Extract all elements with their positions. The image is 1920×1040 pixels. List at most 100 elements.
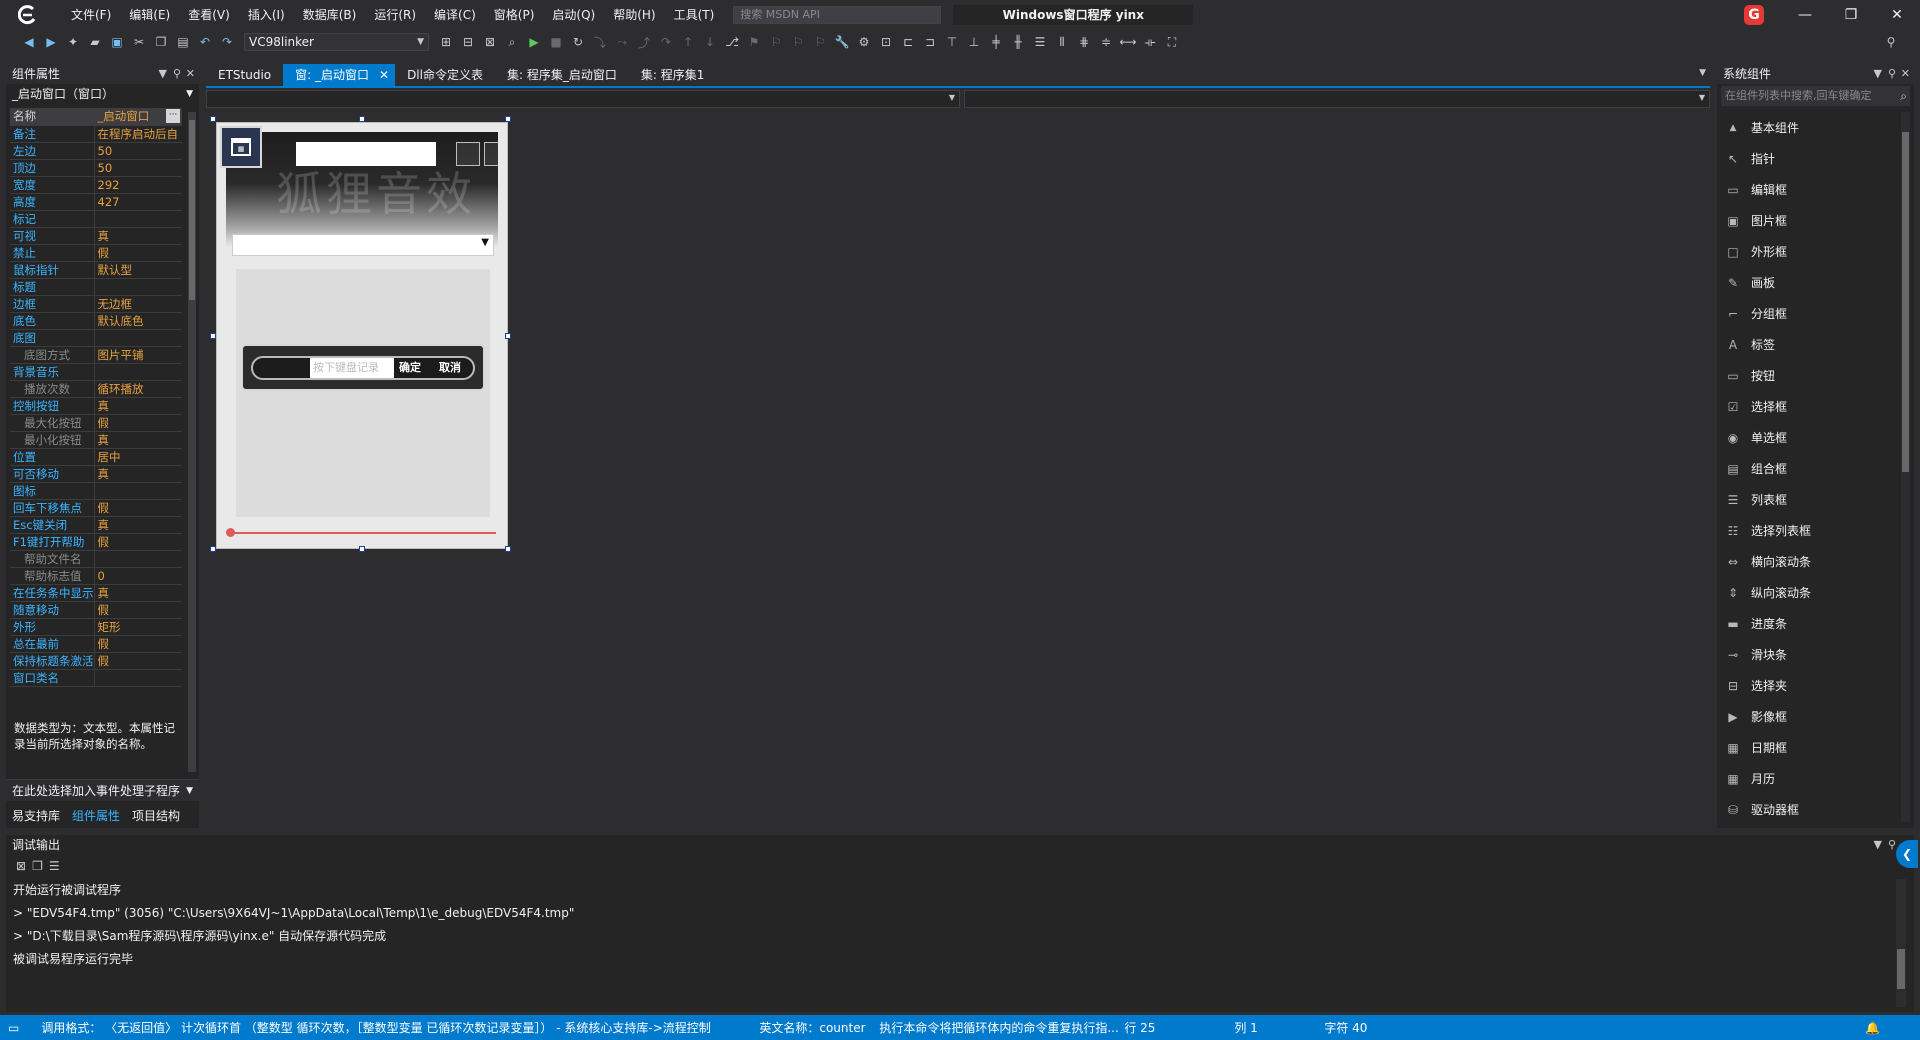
property-row[interactable]: 图标 [10,482,182,500]
component-item[interactable]: ▶ 影像框 [1717,701,1914,732]
debug-dropdown-icon[interactable]: ▼ [1874,835,1882,855]
property-row[interactable]: 标题 [10,278,182,296]
menu-item[interactable]: 数据库(B) [294,0,366,30]
component-item[interactable]: ⌐ 分组框 [1717,298,1914,329]
property-row[interactable]: Esc键关闭真 [10,516,182,534]
property-value[interactable]: 假 [94,244,182,262]
space-vertical-icon[interactable]: ⦀ [1051,32,1073,52]
compile-static-icon[interactable]: ⊟ [457,32,479,52]
menu-item[interactable]: 编辑(E) [120,0,179,30]
resize-handle-s[interactable] [359,546,365,552]
property-row[interactable]: 底图方式 图片平铺 [10,346,182,364]
property-row[interactable]: 在任务条中显示真 [10,584,182,602]
property-row[interactable]: 可否移动真 [10,465,182,483]
property-row[interactable]: F1键打开帮助假 [10,533,182,551]
resize-handle-se[interactable] [505,546,511,552]
step-into-icon[interactable]: ⤵ [589,32,611,52]
property-row[interactable]: 左边 50 [10,142,182,160]
designer-object-combo[interactable]: ▼ [206,90,960,108]
menu-item[interactable]: 编译(C) [425,0,485,30]
property-value[interactable]: 居中 [94,448,182,466]
back-icon[interactable]: ◀ [18,32,40,52]
align-right-icon[interactable]: ⊐ [919,32,941,52]
component-item[interactable]: ⊟ 选择夹 [1717,670,1914,701]
same-width-icon[interactable]: ⟷ [1117,32,1139,52]
run-icon[interactable]: ▶ [523,32,545,52]
property-value[interactable]: 真 [94,227,182,245]
property-row[interactable]: 保持标题条激活假 [10,652,182,670]
align-left-icon[interactable]: ⊏ [897,32,919,52]
property-row[interactable]: 位置 居中 [10,448,182,466]
align-bottom-icon[interactable]: ⊥ [963,32,985,52]
distribute-vertical-icon[interactable]: ≑ [1095,32,1117,52]
stop-icon[interactable]: ■ [545,32,567,52]
form-preview[interactable]: 狐狸音效 ▦ ▼ 按下键盘记录 确定 取消 [210,116,511,552]
output-list-icon[interactable]: ☰ [49,859,60,873]
property-value[interactable]: 0 [94,567,182,585]
build-config-select[interactable]: VC98linker ▼ [244,33,429,51]
property-value[interactable]: 矩形 [94,618,182,636]
property-row[interactable]: 帮助文件名 [10,550,182,568]
property-row[interactable]: 控制按钮真 [10,397,182,415]
document-tab[interactable]: 集: 程序集1 [629,64,717,86]
component-search-input[interactable]: 在组件列表中搜索,回车键确定 ⌕ [1721,86,1910,106]
resize-handle-ne[interactable] [505,116,511,122]
center-vertical-icon[interactable]: ╫ [1007,32,1029,52]
property-row[interactable]: 高度 427 [10,193,182,211]
property-value[interactable]: 427 [94,193,182,211]
property-row[interactable]: 外形 矩形 [10,618,182,636]
component-item[interactable]: ◉ 单选框 [1717,422,1914,453]
menu-item[interactable]: 帮助(H) [604,0,664,30]
component-item[interactable]: ▣ 图片框 [1717,205,1914,236]
run-to-cursor-icon[interactable]: ↷ [655,32,677,52]
property-row[interactable]: 总在最前假 [10,635,182,653]
tab-order-icon[interactable]: ⊡ [875,32,897,52]
component-close-icon[interactable]: ✕ [1901,64,1910,84]
component-item[interactable]: ▤ 组合框 [1717,453,1914,484]
center-horizontal-icon[interactable]: ╪ [985,32,1007,52]
property-row[interactable]: 备注 在程序启动后自 [10,125,182,143]
component-item[interactable]: ☑ 选择框 [1717,391,1914,422]
cancel-button[interactable]: 取消 [439,359,461,375]
component-item[interactable]: ✎ 画板 [1717,267,1914,298]
property-row[interactable]: 窗口类名 [10,669,182,687]
component-item[interactable]: ⛁ 驱动器框 [1717,794,1914,825]
component-pin-icon[interactable]: ⚲ [1888,64,1896,84]
component-item[interactable]: A 标签 [1717,329,1914,360]
close-image-button[interactable] [484,142,498,166]
ok-button[interactable]: 确定 [399,359,421,375]
property-row[interactable]: 宽度 292 [10,176,182,194]
designer-event-combo[interactable]: ▼ [964,90,1710,108]
arrow-up-icon[interactable]: ↑ [677,32,699,52]
same-height-icon[interactable]: ⟛ [1139,32,1161,52]
restart-icon[interactable]: ↻ [567,32,589,52]
property-value[interactable]: 假 [94,652,182,670]
bookmark-icon[interactable]: ⚑ [743,32,765,52]
menu-item[interactable]: 查看(V) [179,0,239,30]
space-horizontal-icon[interactable]: ☰ [1029,32,1051,52]
property-value[interactable]: 50 [94,142,182,160]
object-select[interactable]: _启动窗口（窗口） ▼ [8,84,197,104]
panel-close-icon[interactable]: ✕ [186,64,195,84]
property-row[interactable]: 随意移动假 [10,601,182,619]
property-row[interactable]: 最小化按钮真 [10,431,182,449]
component-item[interactable]: ☷ 选择列表框 [1717,515,1914,546]
compile-icon[interactable]: ⊞ [435,32,457,52]
bookmark-next-icon[interactable]: ⚐ [787,32,809,52]
property-value[interactable]: 真 [94,584,182,602]
property-value[interactable]: 真 [94,397,182,415]
new-project-icon[interactable]: ✦ [62,32,84,52]
property-row[interactable]: 名称 _启动窗口 [10,108,182,126]
event-handler-select[interactable]: 在此处选择加入事件处理子程序 ▼ [6,779,199,801]
property-value[interactable] [94,669,182,687]
property-value[interactable] [94,550,182,568]
property-value[interactable]: 真 [94,431,182,449]
redo-icon[interactable]: ↷ [216,32,238,52]
document-tab[interactable]: Dll命令定义表 [395,64,495,86]
property-value[interactable]: 假 [94,499,182,517]
component-scrollbar[interactable] [1901,112,1910,822]
panel-dropdown-icon[interactable]: ▼ [159,64,167,84]
step-over-icon[interactable]: ⤳ [611,32,633,52]
find-icon[interactable]: ⌕ [501,32,523,52]
form-combo-box[interactable]: ▼ [232,234,494,256]
